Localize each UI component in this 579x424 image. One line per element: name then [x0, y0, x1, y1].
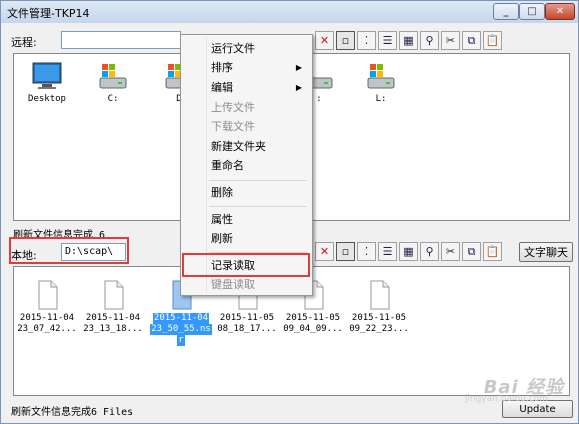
- menu-item-label: 上传文件: [211, 101, 255, 114]
- search-icon[interactable]: ⚲: [420, 242, 439, 261]
- menu-item-label: 排序: [211, 61, 233, 74]
- copy-icon[interactable]: ⧉: [462, 31, 481, 50]
- close-button[interactable]: ✕: [545, 3, 575, 20]
- file-icon: [38, 280, 58, 310]
- minimize-button[interactable]: _: [493, 3, 519, 20]
- menu-item-label: 键盘读取: [211, 278, 255, 291]
- record-read-highlight: [182, 253, 310, 277]
- submenu-arrow-icon: ▶: [295, 63, 302, 72]
- large-icons-view-icon[interactable]: ▫: [336, 242, 355, 261]
- delete-icon[interactable]: ✕: [315, 31, 334, 50]
- file-manager-window: 文件管理-TKP14 _ □ ✕ 远程: ✕ ▫ ⁚ ☰ ▦ ⚲ ✂ ⧉ 📋 D…: [0, 0, 579, 424]
- menu-item-label: 下载文件: [211, 120, 255, 133]
- item-label-time: 23_13_18...: [83, 324, 143, 334]
- item-label-date: 2015-11-04: [152, 313, 210, 324]
- large-icons-view-icon[interactable]: ▫: [336, 31, 355, 50]
- title-bar[interactable]: 文件管理-TKP14 _ □ ✕: [1, 1, 578, 23]
- item-label-time: 23_50_55.ns: [150, 324, 212, 335]
- item-label-time: 09_22_23...: [349, 324, 409, 334]
- submenu-arrow-icon: ▶: [295, 83, 302, 92]
- watermark-url: jingyan.baidu.com: [464, 394, 548, 404]
- menu-separator: [209, 180, 307, 181]
- item-label-time: 23_07_42...: [17, 324, 77, 334]
- menu-item-keyboard-read: 键盘读取: [183, 275, 310, 294]
- file-icon: [104, 280, 124, 310]
- item-label-ext: r: [177, 335, 185, 346]
- menu-item-edit[interactable]: 编辑 ▶: [183, 78, 310, 97]
- remote-path-input[interactable]: [61, 31, 181, 49]
- menu-item-label: 编辑: [211, 81, 233, 94]
- item-label: Desktop: [28, 94, 66, 104]
- details-view-icon[interactable]: ▦: [399, 242, 418, 261]
- drive-icon: [99, 64, 127, 89]
- list-item[interactable]: Desktop: [14, 60, 80, 105]
- item-label: L:: [375, 94, 387, 104]
- list-item[interactable]: C:: [80, 60, 146, 105]
- menu-item-delete[interactable]: 删除: [183, 183, 310, 202]
- menu-item-label: 重命名: [211, 159, 244, 172]
- maximize-button[interactable]: □: [519, 3, 545, 20]
- small-icons-view-icon[interactable]: ⁚: [357, 31, 376, 50]
- item-label-date: 2015-11-05: [351, 313, 407, 323]
- item-label-time: 09_04_09...: [283, 324, 343, 334]
- local-path-highlight: [9, 237, 129, 264]
- cut-icon[interactable]: ✂: [441, 242, 460, 261]
- local-status: 刷新文件信息完成6 Files: [11, 407, 134, 418]
- item-label-time: 08_18_17...: [217, 324, 277, 334]
- menu-item-sort[interactable]: 排序 ▶: [183, 58, 310, 77]
- menu-item-label: 删除: [211, 186, 233, 199]
- menu-item-download-file: 下载文件: [183, 117, 310, 136]
- menu-separator: [209, 206, 307, 207]
- item-label-date: 2015-11-05: [285, 313, 341, 323]
- item-label-date: 2015-11-05: [219, 313, 275, 323]
- local-toolbar: ✕ ▫ ⁚ ☰ ▦ ⚲ ✂ ⧉ 📋: [315, 242, 502, 262]
- list-item[interactable]: L:: [348, 60, 414, 105]
- desktop-icon: [32, 62, 62, 89]
- menu-item-label: 刷新: [211, 232, 233, 245]
- search-icon[interactable]: ⚲: [420, 31, 439, 50]
- copy-icon[interactable]: ⧉: [462, 242, 481, 261]
- menu-item-label: 运行文件: [211, 42, 255, 55]
- list-item[interactable]: 2015-11-05 09_22_23...: [346, 279, 412, 335]
- menu-item-refresh[interactable]: 刷新: [183, 229, 310, 248]
- menu-item-upload-file: 上传文件: [183, 98, 310, 117]
- delete-icon[interactable]: ✕: [315, 242, 334, 261]
- menu-item-label: 属性: [211, 213, 233, 226]
- details-view-icon[interactable]: ▦: [399, 31, 418, 50]
- item-label-date: 2015-11-04: [19, 313, 75, 323]
- paste-icon[interactable]: 📋: [483, 31, 502, 50]
- menu-item-run-file[interactable]: 运行文件: [183, 39, 310, 58]
- paste-icon[interactable]: 📋: [483, 242, 502, 261]
- remote-toolbar: ✕ ▫ ⁚ ☰ ▦ ⚲ ✂ ⧉ 📋: [315, 31, 502, 51]
- item-label-date: 2015-11-04: [85, 313, 141, 323]
- menu-item-label: 新建文件夹: [211, 140, 266, 153]
- list-view-icon[interactable]: ☰: [378, 31, 397, 50]
- list-view-icon[interactable]: ☰: [378, 242, 397, 261]
- menu-item-properties[interactable]: 属性: [183, 210, 310, 229]
- text-chat-button[interactable]: 文字聊天: [519, 242, 573, 262]
- item-label: C:: [107, 94, 119, 104]
- menu-item-new-folder[interactable]: 新建文件夹: [183, 137, 310, 156]
- drive-icon: [367, 64, 395, 89]
- remote-label: 远程:: [11, 36, 37, 49]
- list-item[interactable]: 2015-11-04 23_13_18...: [80, 279, 146, 335]
- small-icons-view-icon[interactable]: ⁚: [357, 242, 376, 261]
- window-title: 文件管理-TKP14: [7, 7, 90, 20]
- menu-item-rename[interactable]: 重命名: [183, 156, 310, 175]
- cut-icon[interactable]: ✂: [441, 31, 460, 50]
- file-icon: [370, 280, 390, 310]
- list-item[interactable]: 2015-11-04 23_07_42...: [14, 279, 80, 335]
- item-label: :: [316, 94, 322, 104]
